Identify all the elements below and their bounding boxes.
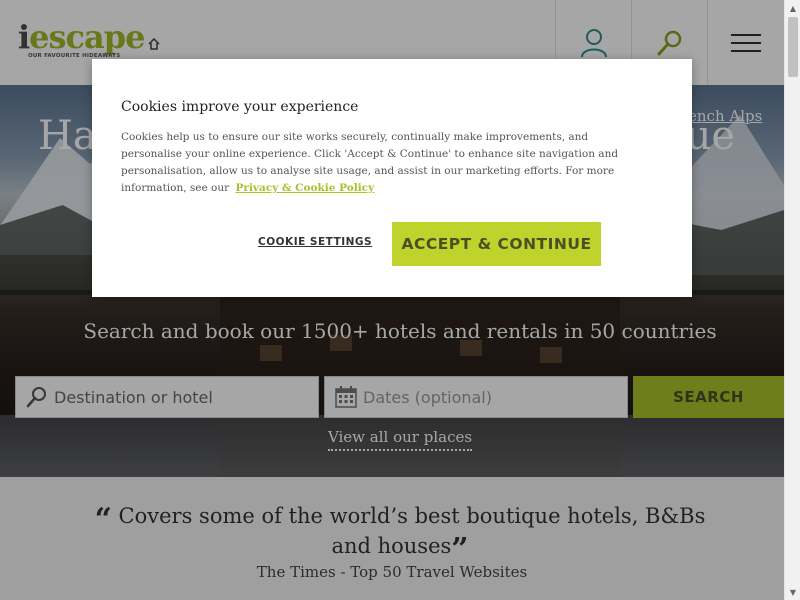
scroll-up-arrow-icon[interactable]: ▲ xyxy=(785,0,800,16)
cookie-consent-dialog: Cookies improve your experience Cookies … xyxy=(92,59,692,297)
scroll-thumb[interactable] xyxy=(788,17,798,77)
page-scrollbar[interactable]: ▲ ▼ xyxy=(784,0,800,600)
privacy-policy-link[interactable]: Privacy & Cookie Policy xyxy=(236,182,375,194)
accept-continue-button[interactable]: ACCEPT & CONTINUE xyxy=(392,222,601,266)
scroll-down-arrow-icon[interactable]: ▼ xyxy=(785,584,800,600)
cookie-settings-button[interactable]: COOKIE SETTINGS xyxy=(258,236,372,248)
cookie-dialog-body: Cookies help us to ensure our site works… xyxy=(121,129,651,197)
cookie-dialog-title: Cookies improve your experience xyxy=(121,99,359,115)
